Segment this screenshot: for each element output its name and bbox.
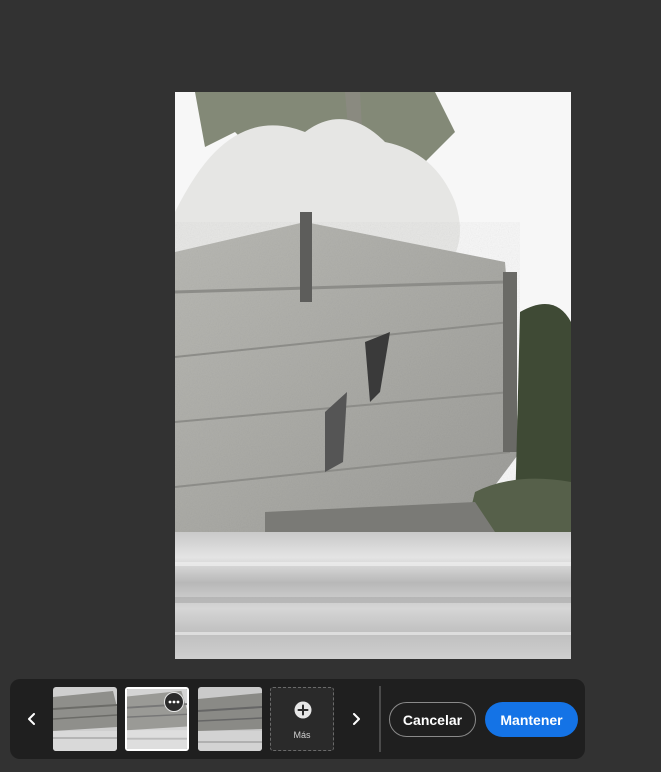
thumbnail-image xyxy=(53,687,117,751)
generated-image xyxy=(175,92,571,659)
previous-button[interactable] xyxy=(20,703,44,735)
more-variations-button[interactable]: Más xyxy=(270,687,334,751)
keep-button[interactable]: Mantener xyxy=(485,702,578,737)
variations-toolbar: Más Cancelar Mantener xyxy=(10,679,585,759)
thumbnail-options-button[interactable] xyxy=(164,692,184,712)
image-preview xyxy=(175,92,571,659)
variation-thumbnail-3[interactable] xyxy=(198,687,262,751)
chevron-right-icon xyxy=(353,713,360,725)
canvas-area xyxy=(0,0,661,772)
thumbnail-image xyxy=(198,687,262,751)
toolbar-divider xyxy=(379,686,381,752)
variation-thumbnail-2-selected[interactable] xyxy=(125,687,189,751)
plus-circle-icon xyxy=(294,701,312,719)
more-horizontal-icon xyxy=(168,700,180,704)
cancel-button[interactable]: Cancelar xyxy=(389,702,476,737)
next-button[interactable] xyxy=(344,703,368,735)
more-label: Más xyxy=(293,730,311,740)
chevron-left-icon xyxy=(28,713,35,725)
variation-thumbnail-1[interactable] xyxy=(53,687,117,751)
